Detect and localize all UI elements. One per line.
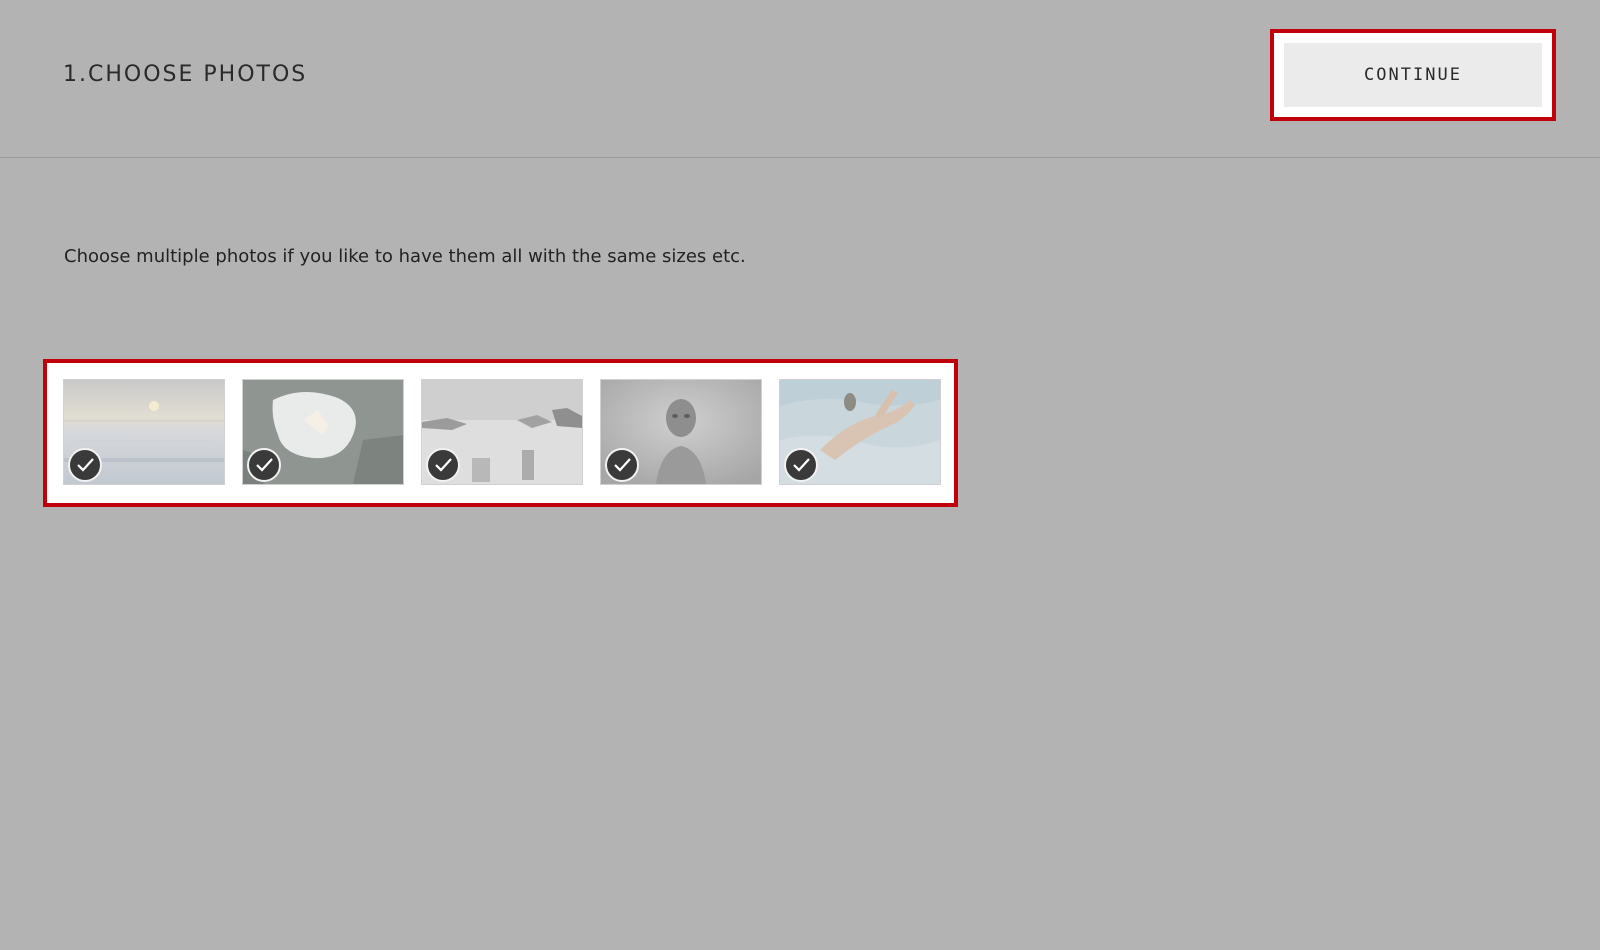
photo-list [63, 379, 941, 485]
continue-highlight: CONTINUE [1270, 29, 1556, 121]
header-bar: 1.CHOOSE PHOTOS CONTINUE [0, 0, 1600, 158]
photo-thumbnail-4[interactable] [600, 379, 762, 485]
photo-thumbnail-3[interactable] [421, 379, 583, 485]
check-icon [784, 448, 818, 482]
check-icon [605, 448, 639, 482]
instructions-text: Choose multiple photos if you like to ha… [64, 246, 746, 267]
check-icon [426, 448, 460, 482]
page-title: 1.CHOOSE PHOTOS [63, 62, 308, 87]
continue-button[interactable]: CONTINUE [1284, 43, 1542, 107]
photo-selection-area [43, 359, 958, 507]
check-icon [68, 448, 102, 482]
check-icon [247, 448, 281, 482]
photo-thumbnail-1[interactable] [63, 379, 225, 485]
photo-thumbnail-5[interactable] [779, 379, 941, 485]
photo-thumbnail-2[interactable] [242, 379, 404, 485]
